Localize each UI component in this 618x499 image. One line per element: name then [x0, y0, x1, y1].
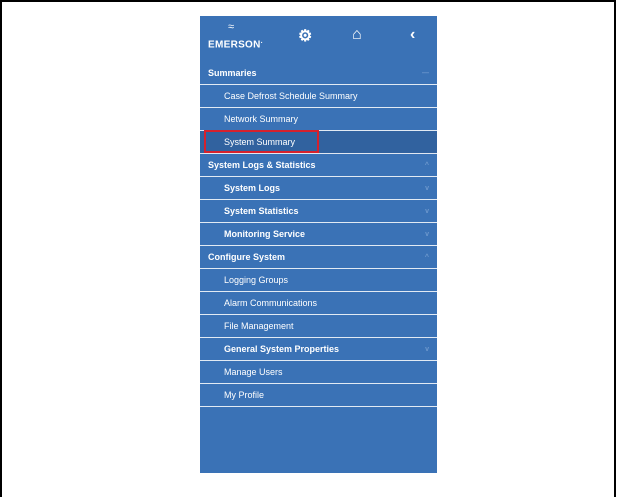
section-label: Summaries	[208, 68, 257, 78]
menu-item-manage-users[interactable]: Manage Users	[200, 361, 437, 384]
sidebar-toolbar: ≈ EMERSON. ⚙ ⌂ ‹	[200, 16, 437, 62]
chevron-down-icon: —	[422, 70, 429, 77]
menu-group-general-system-properties[interactable]: General System Properties v	[200, 338, 437, 361]
menu-group-system-logs[interactable]: System Logs v	[200, 177, 437, 200]
chevron-up-icon: ^	[424, 254, 429, 261]
menu-item-file-management[interactable]: File Management	[200, 315, 437, 338]
menu-item-system-summary[interactable]: System Summary	[200, 130, 437, 154]
home-icon[interactable]: ⌂	[352, 26, 362, 44]
menu-item-label: Monitoring Service	[224, 229, 306, 239]
chevron-left-icon[interactable]: ‹	[410, 26, 415, 44]
menu-group-monitoring-service[interactable]: Monitoring Service v	[200, 223, 437, 246]
menu-item-label: Network Summary	[224, 114, 299, 124]
menu-item-label: File Management	[224, 321, 294, 331]
menu-group-system-statistics[interactable]: System Statistics v	[200, 200, 437, 223]
menu-item-logging-groups[interactable]: Logging Groups	[200, 269, 437, 292]
menu-item-my-profile[interactable]: My Profile	[200, 384, 437, 407]
chevron-down-icon: v	[425, 208, 429, 215]
section-configure-system[interactable]: Configure System ^	[200, 246, 437, 269]
emerson-logo-mark: ≈	[228, 21, 235, 33]
section-label: Configure System	[208, 252, 286, 262]
brand-name: EMERSON.	[208, 38, 263, 51]
menu-item-alarm-communications[interactable]: Alarm Communications	[200, 292, 437, 315]
menu-item-label: Manage Users	[224, 367, 283, 377]
section-label: System Logs & Statistics	[208, 160, 316, 170]
chevron-down-icon: v	[425, 185, 429, 192]
menu-item-label: Case Defrost Schedule Summary	[224, 91, 358, 101]
menu-item-case-defrost-schedule-summary[interactable]: Case Defrost Schedule Summary	[200, 85, 437, 108]
menu-item-label: Logging Groups	[224, 275, 289, 285]
menu-item-label: My Profile	[224, 390, 265, 400]
menu-item-label: General System Properties	[224, 344, 340, 354]
chevron-down-icon: v	[425, 231, 429, 238]
chevron-down-icon: v	[425, 346, 429, 353]
menu-item-label: System Logs	[224, 183, 281, 193]
menu-item-label: Alarm Communications	[224, 298, 318, 308]
menu-item-label: System Summary	[224, 137, 296, 147]
chevron-up-icon: ^	[424, 162, 429, 169]
section-summaries[interactable]: Summaries —	[200, 62, 437, 85]
menu-item-label: System Statistics	[224, 206, 299, 216]
gear-icon[interactable]: ⚙	[298, 26, 312, 46]
section-system-logs-statistics[interactable]: System Logs & Statistics ^	[200, 154, 437, 177]
sidebar: ≈ EMERSON. ⚙ ⌂ ‹ Summaries — Case Defros…	[200, 16, 437, 473]
menu-item-network-summary[interactable]: Network Summary	[200, 108, 437, 131]
